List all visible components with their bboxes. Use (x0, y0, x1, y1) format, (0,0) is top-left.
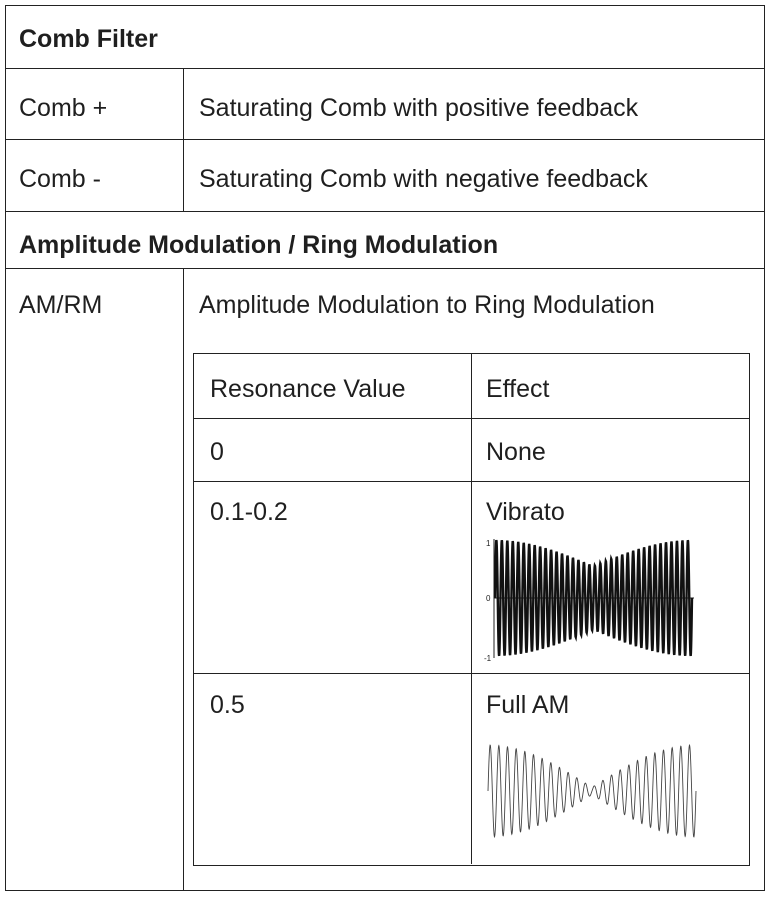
full-am-wave-trace (487, 743, 697, 839)
row-description-am-rm: Amplitude Modulation to Ring Modulation (199, 291, 655, 319)
subtable-effect-1: Vibrato (486, 498, 565, 526)
subtable-header-resonance-value: Resonance Value (210, 375, 406, 403)
section-heading-am-rm: Amplitude Modulation / Ring Modulation (19, 231, 499, 259)
row-divider (6, 211, 764, 212)
subtable-row-divider (194, 418, 749, 419)
vibrato-tick-bottom: -1 (484, 654, 492, 663)
row-description-comb-plus: Saturating Comb with positive feedback (199, 94, 639, 122)
full-am-waveform-image (487, 743, 697, 839)
subtable-value-1: 0.1-0.2 (210, 498, 288, 526)
subtable-value-0: 0 (210, 438, 224, 466)
resonance-subtable: Resonance Value Effect 0 None 0.1-0.2 Vi… (193, 353, 750, 866)
subtable-value-2: 0.5 (210, 691, 245, 719)
subtable-effect-0: None (486, 438, 546, 466)
row-name-am-rm: AM/RM (19, 291, 103, 319)
column-divider (183, 68, 184, 211)
row-description-comb-minus: Saturating Comb with negative feedback (199, 165, 648, 193)
section-heading-comb-filter: Comb Filter (19, 25, 158, 53)
row-name-comb-minus: Comb - (19, 165, 101, 193)
row-divider (6, 268, 764, 269)
subtable-row-divider (194, 481, 749, 482)
column-divider (183, 268, 184, 890)
subtable-column-divider (471, 354, 472, 864)
row-divider (6, 68, 764, 69)
subtable-header-effect: Effect (486, 375, 550, 403)
row-divider (6, 139, 764, 140)
vibrato-waveform-image: 1 0 -1 (484, 539, 694, 663)
subtable-row-divider (194, 673, 749, 674)
vibrato-tick-mid: 0 (486, 594, 491, 603)
row-name-comb-plus: Comb + (19, 94, 108, 122)
vibrato-wave-trace (493, 539, 694, 657)
vibrato-tick-top: 1 (486, 539, 491, 548)
subtable-effect-2: Full AM (486, 691, 570, 719)
